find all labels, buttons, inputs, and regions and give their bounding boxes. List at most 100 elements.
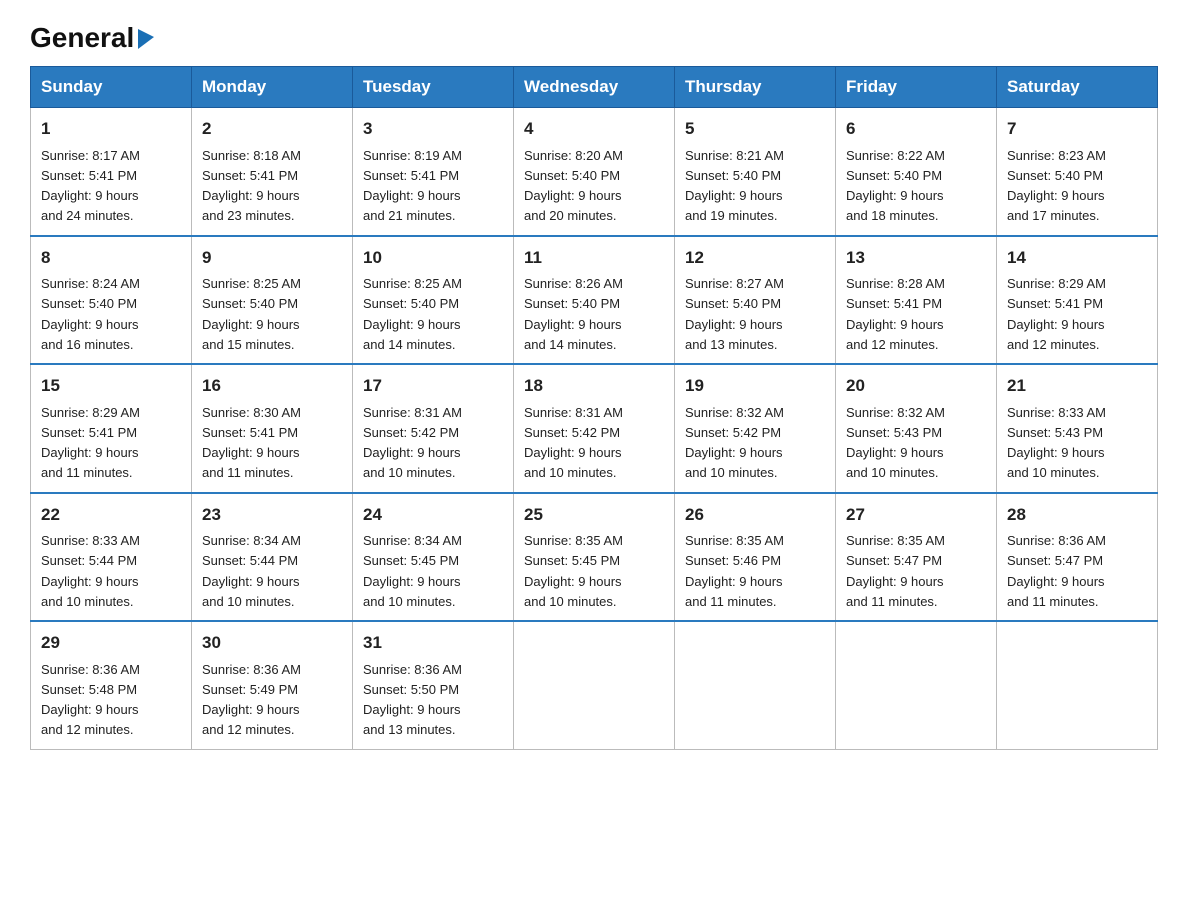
weekday-header-row: SundayMondayTuesdayWednesdayThursdayFrid…: [31, 67, 1158, 108]
day-number: 29: [41, 630, 181, 656]
day-info: Sunrise: 8:36 AMSunset: 5:49 PMDaylight:…: [202, 662, 301, 738]
day-info: Sunrise: 8:26 AMSunset: 5:40 PMDaylight:…: [524, 276, 623, 352]
day-number: 9: [202, 245, 342, 271]
day-number: 13: [846, 245, 986, 271]
day-number: 15: [41, 373, 181, 399]
calendar-cell: 7 Sunrise: 8:23 AMSunset: 5:40 PMDayligh…: [997, 108, 1158, 236]
calendar-cell: 5 Sunrise: 8:21 AMSunset: 5:40 PMDayligh…: [675, 108, 836, 236]
calendar-cell: 30 Sunrise: 8:36 AMSunset: 5:49 PMDaylig…: [192, 621, 353, 749]
week-row-1: 1 Sunrise: 8:17 AMSunset: 5:41 PMDayligh…: [31, 108, 1158, 236]
day-info: Sunrise: 8:33 AMSunset: 5:43 PMDaylight:…: [1007, 405, 1106, 481]
weekday-header-sunday: Sunday: [31, 67, 192, 108]
day-number: 30: [202, 630, 342, 656]
calendar-cell: [836, 621, 997, 749]
day-number: 19: [685, 373, 825, 399]
day-info: Sunrise: 8:29 AMSunset: 5:41 PMDaylight:…: [41, 405, 140, 481]
day-number: 20: [846, 373, 986, 399]
calendar-cell: 17 Sunrise: 8:31 AMSunset: 5:42 PMDaylig…: [353, 364, 514, 493]
day-info: Sunrise: 8:32 AMSunset: 5:42 PMDaylight:…: [685, 405, 784, 481]
calendar-cell: 18 Sunrise: 8:31 AMSunset: 5:42 PMDaylig…: [514, 364, 675, 493]
calendar-cell: [997, 621, 1158, 749]
calendar-cell: 11 Sunrise: 8:26 AMSunset: 5:40 PMDaylig…: [514, 236, 675, 365]
day-info: Sunrise: 8:31 AMSunset: 5:42 PMDaylight:…: [363, 405, 462, 481]
weekday-header-tuesday: Tuesday: [353, 67, 514, 108]
calendar-cell: 20 Sunrise: 8:32 AMSunset: 5:43 PMDaylig…: [836, 364, 997, 493]
calendar-cell: 28 Sunrise: 8:36 AMSunset: 5:47 PMDaylig…: [997, 493, 1158, 622]
day-info: Sunrise: 8:27 AMSunset: 5:40 PMDaylight:…: [685, 276, 784, 352]
day-number: 27: [846, 502, 986, 528]
calendar-cell: 4 Sunrise: 8:20 AMSunset: 5:40 PMDayligh…: [514, 108, 675, 236]
calendar-cell: 13 Sunrise: 8:28 AMSunset: 5:41 PMDaylig…: [836, 236, 997, 365]
day-info: Sunrise: 8:17 AMSunset: 5:41 PMDaylight:…: [41, 148, 140, 224]
day-info: Sunrise: 8:20 AMSunset: 5:40 PMDaylight:…: [524, 148, 623, 224]
logo-triangle-icon: [136, 29, 154, 49]
day-info: Sunrise: 8:21 AMSunset: 5:40 PMDaylight:…: [685, 148, 784, 224]
weekday-header-saturday: Saturday: [997, 67, 1158, 108]
day-number: 28: [1007, 502, 1147, 528]
calendar-cell: 29 Sunrise: 8:36 AMSunset: 5:48 PMDaylig…: [31, 621, 192, 749]
day-info: Sunrise: 8:22 AMSunset: 5:40 PMDaylight:…: [846, 148, 945, 224]
day-info: Sunrise: 8:35 AMSunset: 5:46 PMDaylight:…: [685, 533, 784, 609]
day-info: Sunrise: 8:30 AMSunset: 5:41 PMDaylight:…: [202, 405, 301, 481]
day-number: 5: [685, 116, 825, 142]
day-info: Sunrise: 8:28 AMSunset: 5:41 PMDaylight:…: [846, 276, 945, 352]
day-number: 4: [524, 116, 664, 142]
day-number: 23: [202, 502, 342, 528]
calendar-cell: 25 Sunrise: 8:35 AMSunset: 5:45 PMDaylig…: [514, 493, 675, 622]
calendar-cell: 24 Sunrise: 8:34 AMSunset: 5:45 PMDaylig…: [353, 493, 514, 622]
calendar-cell: 12 Sunrise: 8:27 AMSunset: 5:40 PMDaylig…: [675, 236, 836, 365]
calendar-cell: [675, 621, 836, 749]
day-info: Sunrise: 8:23 AMSunset: 5:40 PMDaylight:…: [1007, 148, 1106, 224]
day-info: Sunrise: 8:36 AMSunset: 5:50 PMDaylight:…: [363, 662, 462, 738]
calendar-cell: 21 Sunrise: 8:33 AMSunset: 5:43 PMDaylig…: [997, 364, 1158, 493]
calendar-cell: 10 Sunrise: 8:25 AMSunset: 5:40 PMDaylig…: [353, 236, 514, 365]
day-number: 14: [1007, 245, 1147, 271]
day-info: Sunrise: 8:36 AMSunset: 5:48 PMDaylight:…: [41, 662, 140, 738]
day-number: 3: [363, 116, 503, 142]
calendar-table: SundayMondayTuesdayWednesdayThursdayFrid…: [30, 66, 1158, 750]
day-number: 7: [1007, 116, 1147, 142]
logo: General: [30, 24, 154, 48]
day-info: Sunrise: 8:35 AMSunset: 5:45 PMDaylight:…: [524, 533, 623, 609]
calendar-cell: 27 Sunrise: 8:35 AMSunset: 5:47 PMDaylig…: [836, 493, 997, 622]
calendar-cell: 1 Sunrise: 8:17 AMSunset: 5:41 PMDayligh…: [31, 108, 192, 236]
weekday-header-wednesday: Wednesday: [514, 67, 675, 108]
day-number: 2: [202, 116, 342, 142]
day-number: 31: [363, 630, 503, 656]
day-info: Sunrise: 8:29 AMSunset: 5:41 PMDaylight:…: [1007, 276, 1106, 352]
week-row-5: 29 Sunrise: 8:36 AMSunset: 5:48 PMDaylig…: [31, 621, 1158, 749]
day-info: Sunrise: 8:25 AMSunset: 5:40 PMDaylight:…: [202, 276, 301, 352]
day-number: 17: [363, 373, 503, 399]
calendar-cell: 3 Sunrise: 8:19 AMSunset: 5:41 PMDayligh…: [353, 108, 514, 236]
day-number: 1: [41, 116, 181, 142]
day-number: 18: [524, 373, 664, 399]
day-number: 8: [41, 245, 181, 271]
day-number: 22: [41, 502, 181, 528]
day-info: Sunrise: 8:24 AMSunset: 5:40 PMDaylight:…: [41, 276, 140, 352]
page-header: General: [30, 24, 1158, 48]
day-number: 24: [363, 502, 503, 528]
calendar-cell: 23 Sunrise: 8:34 AMSunset: 5:44 PMDaylig…: [192, 493, 353, 622]
week-row-3: 15 Sunrise: 8:29 AMSunset: 5:41 PMDaylig…: [31, 364, 1158, 493]
day-number: 21: [1007, 373, 1147, 399]
calendar-cell: 14 Sunrise: 8:29 AMSunset: 5:41 PMDaylig…: [997, 236, 1158, 365]
day-info: Sunrise: 8:34 AMSunset: 5:44 PMDaylight:…: [202, 533, 301, 609]
calendar-cell: 6 Sunrise: 8:22 AMSunset: 5:40 PMDayligh…: [836, 108, 997, 236]
week-row-2: 8 Sunrise: 8:24 AMSunset: 5:40 PMDayligh…: [31, 236, 1158, 365]
day-number: 6: [846, 116, 986, 142]
logo-text: General: [30, 24, 154, 52]
day-number: 12: [685, 245, 825, 271]
calendar-cell: 2 Sunrise: 8:18 AMSunset: 5:41 PMDayligh…: [192, 108, 353, 236]
calendar-cell: 16 Sunrise: 8:30 AMSunset: 5:41 PMDaylig…: [192, 364, 353, 493]
day-number: 25: [524, 502, 664, 528]
day-info: Sunrise: 8:18 AMSunset: 5:41 PMDaylight:…: [202, 148, 301, 224]
calendar-cell: [514, 621, 675, 749]
day-number: 26: [685, 502, 825, 528]
day-info: Sunrise: 8:33 AMSunset: 5:44 PMDaylight:…: [41, 533, 140, 609]
calendar-cell: 22 Sunrise: 8:33 AMSunset: 5:44 PMDaylig…: [31, 493, 192, 622]
calendar-cell: 9 Sunrise: 8:25 AMSunset: 5:40 PMDayligh…: [192, 236, 353, 365]
day-number: 16: [202, 373, 342, 399]
day-info: Sunrise: 8:32 AMSunset: 5:43 PMDaylight:…: [846, 405, 945, 481]
week-row-4: 22 Sunrise: 8:33 AMSunset: 5:44 PMDaylig…: [31, 493, 1158, 622]
calendar-cell: 8 Sunrise: 8:24 AMSunset: 5:40 PMDayligh…: [31, 236, 192, 365]
